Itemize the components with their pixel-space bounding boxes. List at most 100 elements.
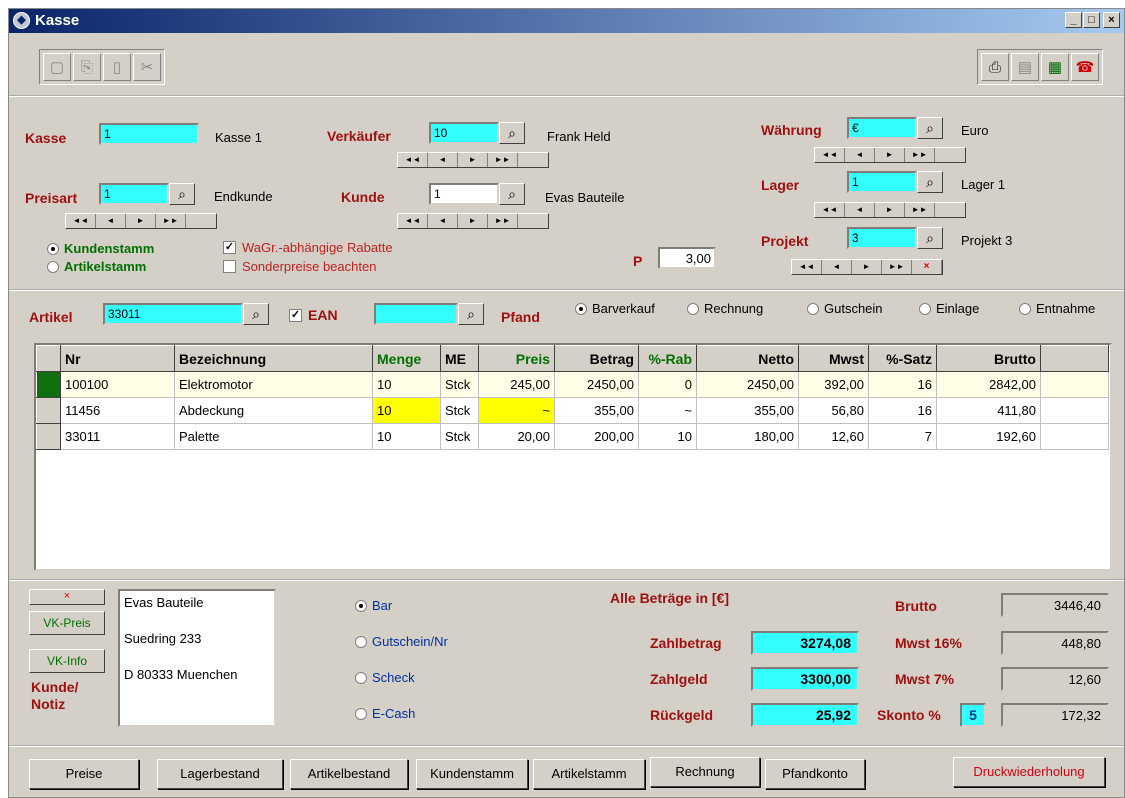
nav-prev-icon[interactable]: ◄ <box>845 203 875 217</box>
kunde-search-icon[interactable]: ⌕ <box>499 183 525 205</box>
col-header[interactable]: Betrag <box>554 345 639 372</box>
cell-me[interactable]: Stck <box>440 371 479 398</box>
verkaeufer-input[interactable]: 10 <box>429 122 499 144</box>
vk-preis-button[interactable]: VK-Preis <box>29 611 105 635</box>
preisart-input[interactable]: 1 <box>99 183 169 205</box>
row-selector[interactable] <box>36 371 61 398</box>
nav-first-icon[interactable]: ◄◄ <box>398 214 428 228</box>
verkaeufer-search-icon[interactable]: ⌕ <box>499 122 525 144</box>
p-input[interactable]: 3,00 <box>658 247 716 269</box>
nav-next-icon[interactable]: ► <box>852 260 882 274</box>
artikel-search-icon[interactable]: ⌕ <box>243 303 269 325</box>
nav-last-icon[interactable]: ►► <box>905 203 935 217</box>
kundenstamm-button[interactable]: Kundenstamm <box>416 759 528 789</box>
lager-navigator[interactable]: ◄◄ ◄ ► ►► <box>814 202 966 218</box>
nav-next-icon[interactable]: ► <box>875 148 905 162</box>
radio-artikelstamm[interactable]: Artikelstamm <box>47 259 146 274</box>
nav-first-icon[interactable]: ◄◄ <box>815 148 845 162</box>
col-header[interactable]: Netto <box>696 345 799 372</box>
col-header[interactable]: Nr <box>60 345 175 372</box>
mode-gutschein[interactable]: Gutschein <box>807 301 883 316</box>
druckwiederholung-button[interactable]: Druckwiederholung <box>953 757 1105 787</box>
projekt-search-icon[interactable]: ⌕ <box>917 227 943 249</box>
table-row[interactable]: 11456 Abdeckung 10 Stck ~ 355,00 ~ 355,0… <box>36 397 1109 424</box>
lager-input[interactable]: 1 <box>847 171 917 193</box>
nav-first-icon[interactable]: ◄◄ <box>398 153 428 167</box>
cell-preis[interactable]: 245,00 <box>478 371 555 398</box>
rechnung-button[interactable]: Rechnung <box>650 757 760 787</box>
cell-nr[interactable]: 100100 <box>60 371 175 398</box>
waehrung-navigator[interactable]: ◄◄ ◄ ► ►► <box>814 147 966 163</box>
nav-prev-icon[interactable]: ◄ <box>822 260 852 274</box>
table-row[interactable]: 33011 Palette 10 Stck 20,00 200,00 10 18… <box>36 423 1109 450</box>
col-header[interactable]: ME <box>440 345 479 372</box>
lager-search-icon[interactable]: ⌕ <box>917 171 943 193</box>
ean-search-icon[interactable]: ⌕ <box>458 303 484 325</box>
col-header[interactable]: %-Satz <box>868 345 937 372</box>
ean-input[interactable] <box>374 303 458 325</box>
kunde-navigator[interactable]: ◄◄ ◄ ► ►► <box>397 213 549 229</box>
nav-prev-icon[interactable]: ◄ <box>428 214 458 228</box>
preview-icon[interactable]: ▤ <box>1011 53 1039 81</box>
checkbox-sonderpreise[interactable]: Sonderpreise beachten <box>223 259 376 274</box>
copy-icon[interactable]: ⎘ <box>73 53 101 81</box>
mode-rechnung[interactable]: Rechnung <box>687 301 763 316</box>
artikelstamm-button[interactable]: Artikelstamm <box>533 759 645 789</box>
clear-button[interactable]: × <box>29 589 105 605</box>
mode-barverkauf[interactable]: Barverkauf <box>575 301 655 316</box>
preisart-search-icon[interactable]: ⌕ <box>169 183 195 205</box>
cell-rabatt[interactable]: 0 <box>638 371 697 398</box>
nav-first-icon[interactable]: ◄◄ <box>66 214 96 228</box>
col-header[interactable]: Mwst <box>798 345 869 372</box>
nav-last-icon[interactable]: ►► <box>488 214 518 228</box>
cell-nr[interactable]: 11456 <box>60 397 175 424</box>
cell-me[interactable]: Stck <box>440 423 479 450</box>
nav-next-icon[interactable]: ► <box>458 153 488 167</box>
cut-icon[interactable]: ✂ <box>133 53 161 81</box>
nav-delete-icon[interactable]: × <box>912 260 942 274</box>
cell-bezeichnung[interactable]: Palette <box>174 423 373 450</box>
nav-last-icon[interactable]: ►► <box>488 153 518 167</box>
col-header[interactable]: Bezeichnung <box>174 345 373 372</box>
nav-next-icon[interactable]: ► <box>126 214 156 228</box>
article-grid[interactable]: Nr Bezeichnung Menge ME Preis Betrag %-R… <box>34 343 1112 571</box>
nav-last-icon[interactable]: ►► <box>905 148 935 162</box>
cell-preis[interactable]: 20,00 <box>478 423 555 450</box>
new-document-icon[interactable]: ▯ <box>103 53 131 81</box>
waehrung-search-icon[interactable]: ⌕ <box>917 117 943 139</box>
cell-rabatt[interactable]: ~ <box>638 397 697 424</box>
pay-gutschein[interactable]: Gutschein/Nr <box>355 634 448 649</box>
close-button[interactable]: × <box>1103 12 1120 28</box>
projekt-navigator[interactable]: ◄◄ ◄ ► ►► × <box>791 259 943 275</box>
cell-menge[interactable]: 10 <box>372 371 441 398</box>
zahlgeld-input[interactable]: 3300,00 <box>751 667 859 691</box>
nav-prev-icon[interactable]: ◄ <box>428 153 458 167</box>
radio-kundenstamm[interactable]: Kundenstamm <box>47 241 154 256</box>
nav-last-icon[interactable]: ►► <box>156 214 186 228</box>
kasse-input[interactable]: 1 <box>99 123 199 145</box>
calculator-icon[interactable]: ▦ <box>1041 53 1069 81</box>
customer-address[interactable]: Evas Bauteile Suedring 233 D 80333 Muenc… <box>118 589 276 727</box>
mode-entnahme[interactable]: Entnahme <box>1019 301 1095 316</box>
nav-prev-icon[interactable]: ◄ <box>96 214 126 228</box>
print-icon[interactable]: ⎙ <box>981 53 1009 81</box>
cell-menge[interactable]: 10 <box>372 397 441 424</box>
phone-icon[interactable]: ☎ <box>1071 53 1099 81</box>
kunde-input[interactable]: 1 <box>429 183 499 205</box>
nav-prev-icon[interactable]: ◄ <box>845 148 875 162</box>
cell-preis[interactable]: ~ <box>478 397 555 424</box>
preise-button[interactable]: Preise <box>29 759 139 789</box>
mode-einlage[interactable]: Einlage <box>919 301 979 316</box>
preisart-navigator[interactable]: ◄◄ ◄ ► ►► <box>65 213 217 229</box>
ean-checkbox[interactable]: ✓ EAN <box>289 307 338 323</box>
table-row[interactable]: 100100 Elektromotor 10 Stck 245,00 2450,… <box>36 371 1109 398</box>
checkbox-rabatte[interactable]: ✓ WaGr.-abhängige Rabatte <box>223 240 393 255</box>
cell-me[interactable]: Stck <box>440 397 479 424</box>
nav-last-icon[interactable]: ►► <box>882 260 912 274</box>
waehrung-input[interactable]: € <box>847 117 917 139</box>
nav-first-icon[interactable]: ◄◄ <box>815 203 845 217</box>
cell-menge[interactable]: 10 <box>372 423 441 450</box>
col-header[interactable]: %-Rab <box>638 345 697 372</box>
cell-nr[interactable]: 33011 <box>60 423 175 450</box>
row-selector[interactable] <box>36 423 61 450</box>
